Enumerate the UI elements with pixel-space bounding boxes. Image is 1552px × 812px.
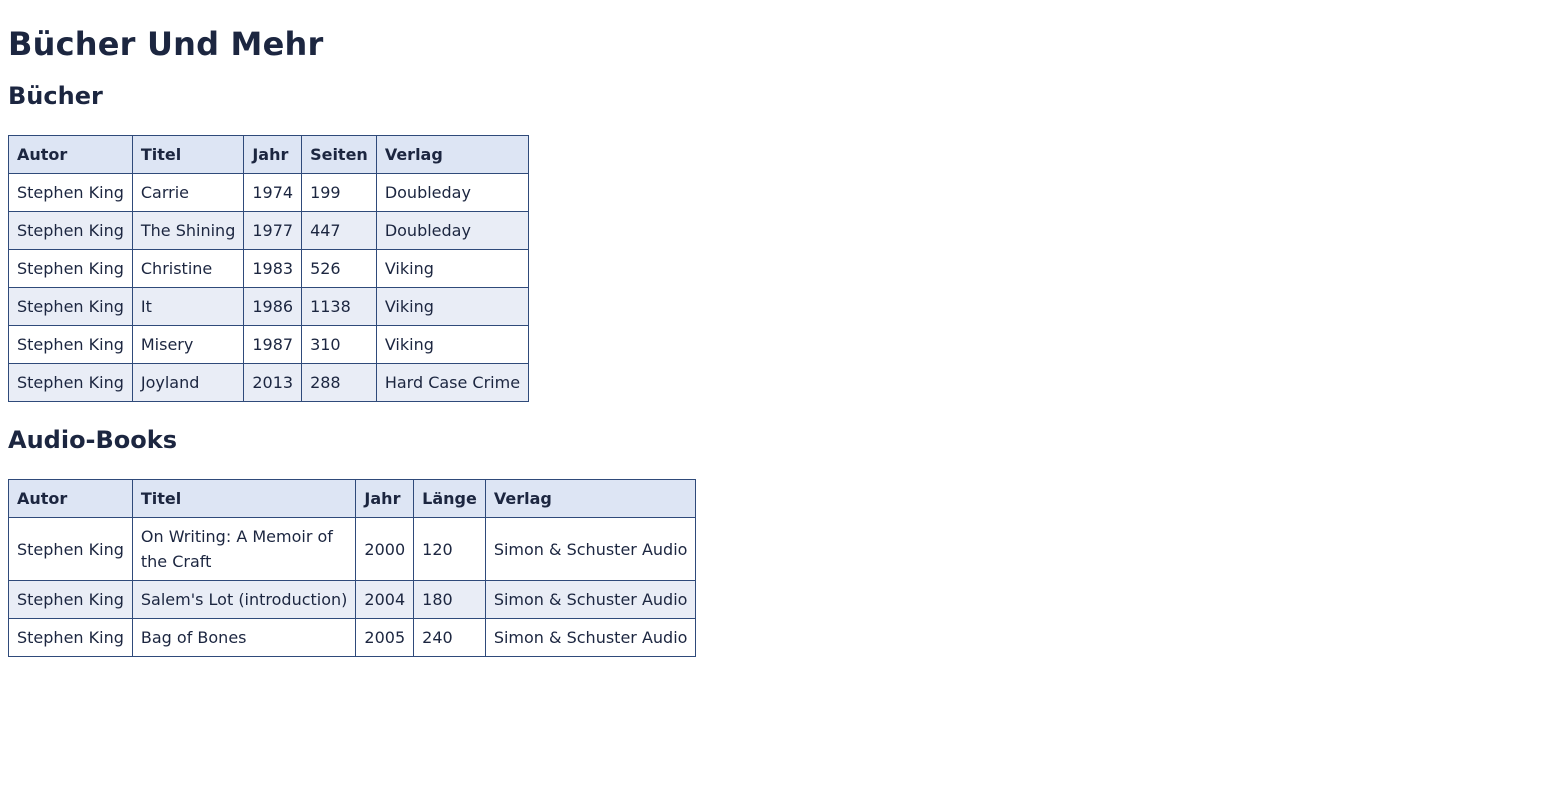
cell-jahr: 1974 [243, 173, 303, 212]
column-header-laenge: Länge [413, 479, 486, 518]
cell-titel: Salem's Lot (introduction) [131, 580, 357, 619]
cell-seiten: 1138 [301, 287, 377, 326]
cell-jahr: 2005 [355, 618, 415, 657]
cell-jahr: 1983 [243, 249, 303, 288]
cell-verlag: Viking [375, 325, 530, 364]
column-header-autor: Autor [8, 479, 133, 518]
table-row: Stephen King On Writing: A Memoir of the… [8, 517, 697, 581]
cell-titel: The Shining [131, 211, 245, 250]
page-title: Bücher Und Mehr [8, 25, 324, 63]
cell-autor: Stephen King [8, 325, 133, 364]
column-header-jahr: Jahr [355, 479, 415, 518]
cell-seiten: 310 [301, 325, 377, 364]
cell-seiten: 199 [301, 173, 377, 212]
books-heading: Bücher [8, 82, 103, 110]
table-row: Stephen King Misery 1987 310 Viking [8, 325, 530, 364]
cell-titel: On Writing: A Memoir of the Craft [131, 517, 357, 581]
table-row: Stephen King Salem's Lot (introduction) … [8, 580, 697, 619]
cell-verlag: Viking [375, 287, 530, 326]
cell-seiten: 447 [301, 211, 377, 250]
cell-verlag: Simon & Schuster Audio [484, 618, 697, 657]
cell-autor: Stephen King [8, 249, 133, 288]
table-row: Stephen King Christine 1983 526 Viking [8, 249, 530, 288]
cell-jahr: 2013 [243, 363, 303, 402]
table-header-row: Autor Titel Jahr Länge Verlag [8, 479, 697, 518]
cell-autor: Stephen King [8, 517, 133, 581]
table-row: Stephen King The Shining 1977 447 Double… [8, 211, 530, 250]
cell-jahr: 1986 [243, 287, 303, 326]
cell-verlag: Doubleday [375, 211, 530, 250]
cell-verlag: Viking [375, 249, 530, 288]
cell-verlag: Simon & Schuster Audio [484, 580, 697, 619]
cell-titel: Joyland [131, 363, 245, 402]
table-row: Stephen King Bag of Bones 2005 240 Simon… [8, 618, 697, 657]
cell-titel: Bag of Bones [131, 618, 357, 657]
cell-laenge: 120 [413, 517, 486, 581]
cell-autor: Stephen King [8, 211, 133, 250]
cell-autor: Stephen King [8, 580, 133, 619]
cell-autor: Stephen King [8, 173, 133, 212]
table-row: Stephen King Carrie 1974 199 Doubleday [8, 173, 530, 212]
column-header-autor: Autor [8, 135, 133, 174]
cell-seiten: 526 [301, 249, 377, 288]
column-header-verlag: Verlag [375, 135, 530, 174]
cell-jahr: 1987 [243, 325, 303, 364]
books-table: Autor Titel Jahr Seiten Verlag Stephen K… [8, 135, 530, 402]
cell-laenge: 180 [413, 580, 486, 619]
cell-titel: Carrie [131, 173, 245, 212]
cell-autor: Stephen King [8, 618, 133, 657]
table-header-row: Autor Titel Jahr Seiten Verlag [8, 135, 530, 174]
column-header-verlag: Verlag [484, 479, 697, 518]
cell-seiten: 288 [301, 363, 377, 402]
column-header-seiten: Seiten [301, 135, 377, 174]
column-header-jahr: Jahr [243, 135, 303, 174]
table-row: Stephen King It 1986 1138 Viking [8, 287, 530, 326]
cell-autor: Stephen King [8, 287, 133, 326]
cell-verlag: Hard Case Crime [375, 363, 530, 402]
page: Bücher Und Mehr Bücher Autor Titel Jahr … [0, 0, 1552, 657]
audiobooks-table: Autor Titel Jahr Länge Verlag Stephen Ki… [8, 479, 697, 657]
cell-titel: It [131, 287, 245, 326]
audiobooks-heading: Audio-Books [8, 426, 178, 454]
cell-titel: Misery [131, 325, 245, 364]
cell-jahr: 2004 [355, 580, 415, 619]
cell-laenge: 240 [413, 618, 486, 657]
column-header-titel: Titel [131, 479, 357, 518]
table-row: Stephen King Joyland 2013 288 Hard Case … [8, 363, 530, 402]
column-header-titel: Titel [131, 135, 245, 174]
cell-verlag: Doubleday [375, 173, 530, 212]
cell-titel: Christine [131, 249, 245, 288]
cell-verlag: Simon & Schuster Audio [484, 517, 697, 581]
cell-jahr: 2000 [355, 517, 415, 581]
cell-autor: Stephen King [8, 363, 133, 402]
cell-jahr: 1977 [243, 211, 303, 250]
